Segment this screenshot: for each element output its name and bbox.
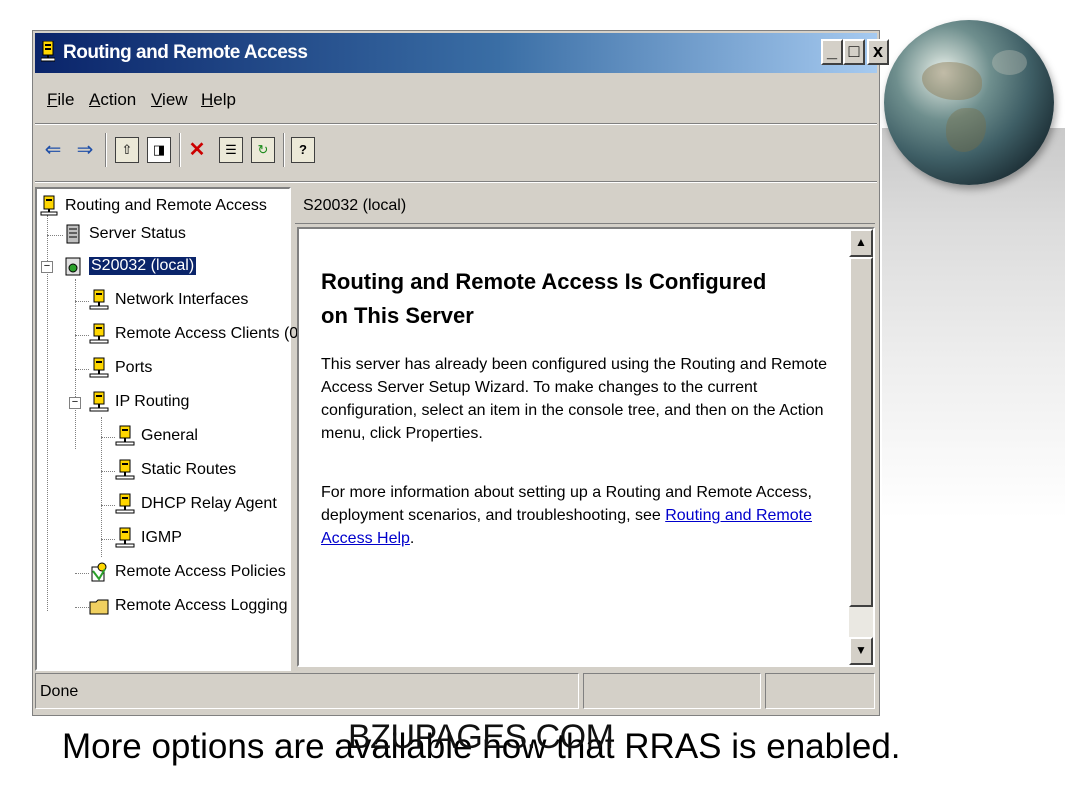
back-icon[interactable]: ⇐ [41, 137, 65, 163]
server-running-icon [65, 257, 81, 276]
rras-window: Routing and Remote Access _ □ x File Act… [32, 30, 889, 716]
refresh-icon[interactable]: ↻ [251, 137, 275, 163]
toolbar-divider [35, 181, 877, 183]
server-status-icon [66, 224, 80, 244]
details-paragraph: This server has already been configured … [321, 356, 828, 442]
minimize-button[interactable]: _ [821, 39, 843, 65]
network-node-icon [115, 527, 135, 548]
menu-file[interactable]: File [47, 90, 74, 110]
details-header: S20032 (local) [295, 187, 875, 224]
status-cell [765, 673, 875, 709]
network-node-icon [115, 459, 135, 480]
menu-view[interactable]: View [151, 90, 188, 110]
tree-connector [75, 573, 89, 574]
toolbar-separator [283, 133, 285, 167]
maximize-button[interactable]: □ [843, 39, 865, 65]
status-bar: Done [35, 673, 877, 711]
status-text: Done [40, 683, 79, 700]
status-cell: Done [35, 673, 579, 709]
vertical-scrollbar[interactable]: ▲ ▼ [849, 229, 873, 665]
help-icon[interactable]: ? [291, 137, 315, 163]
tree-connector [101, 471, 115, 472]
delete-icon[interactable]: ✕ [185, 137, 209, 163]
tree-connector [75, 607, 89, 608]
toolbar-separator [179, 133, 181, 167]
scroll-down-button[interactable]: ▼ [849, 637, 873, 665]
show-hide-tree-icon[interactable]: ◨ [147, 137, 171, 163]
tree-connector [75, 369, 89, 370]
tree-connector [75, 301, 89, 302]
tree-connector [101, 417, 102, 557]
tree-connector [47, 215, 48, 611]
close-button[interactable]: x [867, 39, 889, 65]
window-title: Routing and Remote Access [63, 42, 308, 63]
status-cell [583, 673, 761, 709]
network-node-icon [89, 357, 109, 378]
folder-icon [89, 599, 109, 615]
collapse-toggle[interactable]: − [69, 397, 81, 409]
tree-connector [75, 335, 89, 336]
title-bar[interactable]: Routing and Remote Access _ □ x [35, 33, 889, 73]
details-pane: Routing and Remote Access Is Configured … [297, 227, 875, 667]
tree-connector [101, 437, 115, 438]
tree-connector [101, 505, 115, 506]
details-title: Routing and Remote Access Is Configured … [321, 269, 767, 328]
details-header-label: S20032 (local) [303, 197, 407, 214]
scroll-thumb[interactable] [849, 257, 873, 607]
up-one-level-icon[interactable]: ⇧ [115, 137, 139, 163]
policy-icon [91, 562, 107, 582]
toolbar-separator [105, 133, 107, 167]
toolbar: ⇐ ⇒ ⇧ ◨ ✕ ☰ ↻ ? [35, 125, 877, 177]
network-node-icon [115, 425, 135, 446]
forward-icon[interactable]: ⇒ [73, 137, 97, 163]
globe-cloud [992, 50, 1027, 75]
slide-gradient-panel [882, 128, 1065, 518]
scroll-up-button[interactable]: ▲ [849, 229, 873, 257]
rras-server-icon [41, 41, 55, 62]
watermark-text: BZUPAGES.COM [348, 718, 614, 756]
network-node-icon [89, 323, 109, 344]
rras-server-icon [40, 195, 58, 216]
network-node-icon [115, 493, 135, 514]
globe-image [884, 20, 1054, 185]
globe-landmass [922, 62, 982, 100]
properties-icon[interactable]: ☰ [219, 137, 243, 163]
menu-action[interactable]: Action [89, 90, 136, 110]
console-tree: Routing and Remote Access Server Status … [35, 187, 304, 671]
details-paragraph: For more information about setting up a … [321, 484, 812, 547]
network-node-icon [89, 289, 109, 310]
tree-connector [47, 235, 63, 236]
globe-landmass [946, 108, 986, 152]
tree-connector [75, 279, 76, 449]
menu-help[interactable]: Help [201, 90, 236, 110]
tree-connector [101, 539, 115, 540]
network-node-icon [89, 391, 109, 412]
collapse-toggle[interactable]: − [41, 261, 53, 273]
menu-bar: File Action View Help [35, 77, 877, 121]
